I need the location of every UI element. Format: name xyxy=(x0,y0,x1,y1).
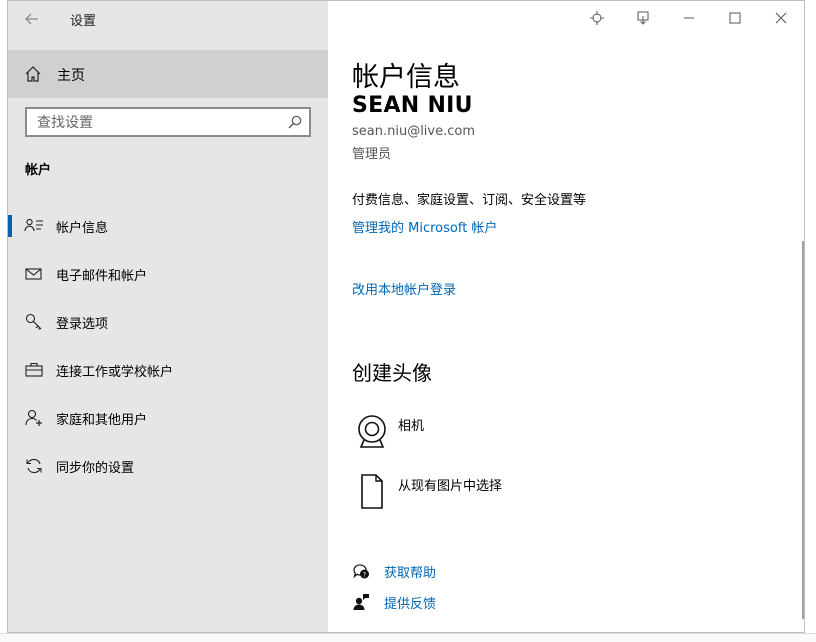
create-avatar-title: 创建头像 xyxy=(352,361,432,385)
pin-button[interactable] xyxy=(574,1,620,35)
user-role: 管理员 xyxy=(352,147,392,162)
window-snap-icon xyxy=(637,11,649,25)
mail-icon xyxy=(25,268,42,280)
briefcase-icon xyxy=(25,362,43,377)
person-card-icon xyxy=(24,218,43,232)
local-account-signin-link[interactable]: 改用本地帐户登录 xyxy=(352,279,456,298)
search-box[interactable] xyxy=(25,107,311,137)
sidebar-item-label: 帐户信息 xyxy=(56,221,109,236)
sidebar-item-work-school[interactable]: 连接工作或学校帐户 xyxy=(8,346,328,394)
settings-window: 设置 主页 帐户 帐户信息 xyxy=(7,0,805,633)
avatar-option-label: 从现有图片中选择 xyxy=(398,479,503,494)
sidebar-item-label: 家庭和其他用户 xyxy=(56,413,148,428)
avatar-option-label: 相机 xyxy=(398,419,425,434)
sync-icon xyxy=(26,458,42,474)
avatar-option-camera[interactable]: 相机 xyxy=(352,411,652,455)
sidebar-item-label: 电子邮件和帐户 xyxy=(56,269,148,284)
feedback-icon xyxy=(353,594,369,610)
camera-icon xyxy=(358,415,386,448)
help-link-label: 获取帮助 xyxy=(384,566,437,581)
window-controls xyxy=(574,1,804,35)
background-window-edge xyxy=(806,0,816,641)
page-title: 帐户信息 xyxy=(352,62,460,93)
close-button[interactable] xyxy=(758,1,804,35)
home-icon xyxy=(25,66,41,82)
sidebar-item-label: 同步你的设置 xyxy=(56,461,135,476)
manage-microsoft-account-link[interactable]: 管理我的 Microsoft 帐户 xyxy=(352,217,497,236)
get-help-link[interactable]: ? 获取帮助 xyxy=(352,560,552,584)
key-icon xyxy=(25,313,42,330)
close-icon xyxy=(775,12,787,24)
crosshair-icon xyxy=(590,11,604,25)
sidebar-item-family[interactable]: 家庭和其他用户 xyxy=(8,394,328,442)
main-content: 帐户信息 SEAN NIU sean.niu@live.com 管理员 付费信息… xyxy=(328,1,804,632)
search-icon[interactable] xyxy=(287,114,303,130)
give-feedback-link[interactable]: 提供反馈 xyxy=(352,591,552,615)
sidebar-item-home[interactable]: 主页 xyxy=(8,50,328,98)
sidebar-item-account-info[interactable]: 帐户信息 xyxy=(8,202,328,250)
sidebar: 设置 主页 帐户 帐户信息 xyxy=(8,1,328,632)
svg-text:?: ? xyxy=(363,570,366,578)
app-title: 设置 xyxy=(70,14,97,29)
sidebar-item-sync[interactable]: 同步你的设置 xyxy=(8,442,328,490)
sidebar-item-email[interactable]: 电子邮件和帐户 xyxy=(8,250,328,298)
snap-button[interactable] xyxy=(620,1,666,35)
maximize-button[interactable] xyxy=(712,1,758,35)
search-input[interactable] xyxy=(35,113,279,133)
avatar-option-browse[interactable]: 从现有图片中选择 xyxy=(352,471,652,515)
title-bar: 设置 xyxy=(8,1,328,41)
help-link-label: 提供反馈 xyxy=(384,597,437,612)
minimize-icon xyxy=(684,17,694,19)
sidebar-item-label: 连接工作或学校帐户 xyxy=(56,365,174,380)
arrow-left-icon xyxy=(25,13,38,25)
sidebar-item-label: 主页 xyxy=(57,68,85,84)
minimize-button[interactable] xyxy=(666,1,712,35)
scrollbar[interactable] xyxy=(802,241,804,619)
picture-file-icon xyxy=(361,474,383,509)
user-name: SEAN NIU xyxy=(352,93,473,118)
sidebar-item-sign-in-options[interactable]: 登录选项 xyxy=(8,298,328,346)
maximize-icon xyxy=(729,12,741,24)
help-chat-icon: ? xyxy=(353,564,369,579)
account-description: 付费信息、家庭设置、订阅、安全设置等 xyxy=(352,193,587,208)
user-email: sean.niu@live.com xyxy=(352,124,476,139)
sidebar-item-label: 登录选项 xyxy=(56,317,109,332)
person-add-icon xyxy=(25,409,42,426)
back-button[interactable] xyxy=(18,7,46,31)
section-title-accounts: 帐户 xyxy=(25,163,52,178)
